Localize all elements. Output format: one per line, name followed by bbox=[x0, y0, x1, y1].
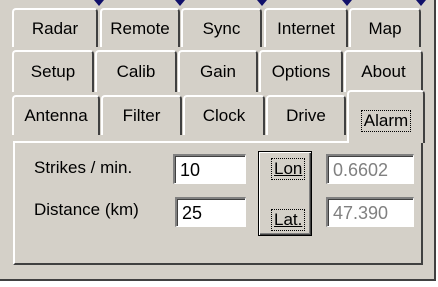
lon-button-label: Lon bbox=[271, 158, 306, 180]
tab-gain[interactable]: Gain bbox=[178, 50, 258, 92]
lon-lat-button[interactable]: Lon Lat. bbox=[258, 151, 312, 236]
lat-button-label: Lat. bbox=[271, 209, 306, 231]
tab-notch-icon bbox=[175, 0, 185, 6]
tab-gain-label: Gain bbox=[200, 62, 236, 81]
distance-input[interactable]: 25 bbox=[175, 197, 246, 227]
tab-drive-label: Drive bbox=[286, 106, 326, 125]
tab-clock[interactable]: Clock bbox=[183, 95, 265, 135]
tab-options[interactable]: Options bbox=[259, 50, 343, 92]
tab-internet-label: Internet bbox=[277, 18, 335, 38]
tab-calib-label: Calib bbox=[116, 62, 156, 81]
tab-notch-icon bbox=[257, 0, 267, 6]
tab-antenna[interactable]: Antenna bbox=[12, 95, 100, 135]
tab-setup[interactable]: Setup bbox=[12, 50, 94, 92]
tab-alarm-label: Alarm bbox=[360, 109, 412, 132]
lat-value-field: 47.390 bbox=[326, 197, 414, 227]
tab-antenna-label: Antenna bbox=[24, 106, 88, 125]
strikes-label: Strikes / min. bbox=[34, 158, 133, 177]
tab-notch-icon bbox=[342, 0, 352, 6]
tab-setup-label: Setup bbox=[30, 62, 76, 81]
tab-map-label: Map bbox=[368, 18, 402, 38]
tab-alarm[interactable]: Alarm bbox=[347, 90, 425, 143]
tab-filter-label: Filter bbox=[122, 106, 161, 125]
tab-sync[interactable]: Sync bbox=[181, 8, 262, 47]
tab-notch-icon bbox=[94, 0, 104, 6]
tab-map[interactable]: Map bbox=[349, 8, 421, 47]
tab-radar-label: Radar bbox=[31, 18, 79, 38]
tab-filter[interactable]: Filter bbox=[101, 95, 182, 135]
tab-notch-icon bbox=[416, 0, 426, 6]
tab-drive[interactable]: Drive bbox=[266, 95, 346, 135]
distance-label: Distance (km) bbox=[34, 200, 139, 219]
tab-clock-label: Clock bbox=[202, 106, 246, 125]
tab-internet[interactable]: Internet bbox=[264, 8, 348, 47]
tab-radar[interactable]: Radar bbox=[12, 8, 98, 47]
strikes-input[interactable]: 10 bbox=[173, 154, 246, 184]
tab-about-label: About bbox=[361, 62, 406, 81]
tab-about[interactable]: About bbox=[344, 50, 423, 92]
tab-remote-label: Remote bbox=[110, 18, 170, 38]
lon-value-field: 0.6602 bbox=[326, 154, 414, 184]
radar-settings-window: Radar Remote Sync Internet Map Setup Cal… bbox=[0, 0, 436, 281]
tab-sync-label: Sync bbox=[202, 18, 241, 38]
tab-options-label: Options bbox=[271, 62, 331, 81]
tab-remote[interactable]: Remote bbox=[100, 8, 180, 47]
tab-calib[interactable]: Calib bbox=[95, 50, 177, 92]
